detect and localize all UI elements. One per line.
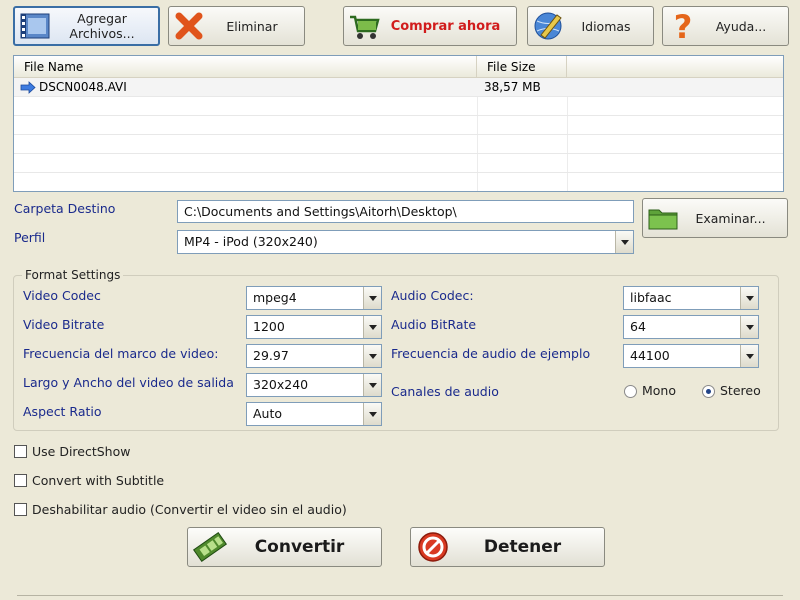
frame-rate-select[interactable]: 29.97 <box>246 344 382 368</box>
chevron-down-icon[interactable] <box>363 316 381 338</box>
table-row-empty <box>14 116 783 135</box>
dest-folder-label: Carpeta Destino <box>14 201 116 216</box>
help-button[interactable]: ? Ayuda... <box>662 6 789 46</box>
film-folder-icon <box>20 13 50 39</box>
sample-rate-select[interactable]: 44100 <box>623 344 759 368</box>
chevron-down-icon[interactable] <box>740 345 758 367</box>
add-files-button[interactable]: Agregar Archivos... <box>13 6 160 46</box>
buy-now-label: Comprar ahora <box>390 18 501 34</box>
globe-pen-icon <box>534 12 562 40</box>
shopping-cart-icon <box>350 15 380 39</box>
chevron-down-icon[interactable] <box>740 287 758 309</box>
stereo-label: Stereo <box>720 383 761 398</box>
languages-label: Idiomas <box>581 18 631 34</box>
svg-text:?: ? <box>674 9 693 43</box>
arrow-right-icon <box>20 81 36 94</box>
convert-button[interactable]: Convertir <box>187 527 382 567</box>
languages-button[interactable]: Idiomas <box>527 6 654 46</box>
chevron-down-icon[interactable] <box>363 287 381 309</box>
delete-label: Eliminar <box>226 18 278 34</box>
frame-rate-label: Frecuencia del marco de video: <box>23 346 219 361</box>
film-strip-icon <box>193 531 227 563</box>
buy-now-button[interactable]: Comprar ahora <box>343 6 517 46</box>
stop-label: Detener <box>483 537 562 557</box>
output-size-label: Largo y Ancho del video de salida <box>23 375 234 390</box>
chevron-down-icon[interactable] <box>363 345 381 367</box>
browse-button[interactable]: Examinar... <box>642 198 788 238</box>
output-size-select[interactable]: 320x240 <box>246 373 382 397</box>
audio-codec-select[interactable]: libfaac <box>623 286 759 310</box>
profile-label: Perfil <box>14 230 46 245</box>
table-row-empty <box>14 97 783 116</box>
video-codec-select[interactable]: mpeg4 <box>246 286 382 310</box>
chevron-down-icon[interactable] <box>363 403 381 425</box>
mono-label: Mono <box>642 383 677 398</box>
video-codec-label: Video Codec <box>23 288 101 303</box>
video-bitrate-value: 1200 <box>253 319 285 334</box>
subtitle-checkbox[interactable] <box>14 474 27 487</box>
video-bitrate-select[interactable]: 1200 <box>246 315 382 339</box>
output-size-value: 320x240 <box>253 377 309 392</box>
video-codec-value: mpeg4 <box>253 290 297 305</box>
chevron-down-icon[interactable] <box>615 231 633 253</box>
convert-label: Convertir <box>254 537 345 557</box>
disable-audio-checkbox[interactable] <box>14 503 27 516</box>
audio-bitrate-label: Audio BitRate <box>391 317 477 332</box>
table-row-empty <box>14 135 783 154</box>
file-list[interactable]: File Name File Size DSCN0048.AVI 38,57 M… <box>13 55 784 192</box>
profile-value: MP4 - iPod (320x240) <box>184 234 318 249</box>
subtitle-label: Convert with Subtitle <box>32 473 165 488</box>
directshow-checkbox[interactable] <box>14 445 27 458</box>
audio-channels-label: Canales de audio <box>391 384 499 399</box>
file-list-header: File Name File Size <box>14 56 783 78</box>
aspect-ratio-label: Aspect Ratio <box>23 404 102 419</box>
audio-codec-label: Audio Codec: <box>391 288 474 303</box>
audio-bitrate-value: 64 <box>630 319 646 334</box>
directshow-label: Use DirectShow <box>32 444 131 459</box>
stop-icon <box>418 532 448 562</box>
delete-button[interactable]: Eliminar <box>168 6 305 46</box>
sample-rate-value: 44100 <box>630 348 670 363</box>
add-files-label: Agregar Archivos... <box>69 11 135 41</box>
frame-rate-value: 29.97 <box>253 348 289 363</box>
mono-radio[interactable] <box>624 385 637 398</box>
chevron-down-icon[interactable] <box>740 316 758 338</box>
disable-audio-label: Deshabilitar audio (Convertir el video s… <box>32 502 347 517</box>
stop-button[interactable]: Detener <box>410 527 605 567</box>
help-label: Ayuda... <box>715 18 767 34</box>
chevron-down-icon[interactable] <box>363 374 381 396</box>
audio-codec-value: libfaac <box>630 290 672 305</box>
aspect-ratio-select[interactable]: Auto <box>246 402 382 426</box>
aspect-ratio-value: Auto <box>253 406 283 421</box>
file-name-cell: DSCN0048.AVI <box>39 80 127 94</box>
table-row[interactable]: DSCN0048.AVI 38,57 MB <box>14 78 783 97</box>
x-delete-icon <box>175 12 203 40</box>
audio-bitrate-select[interactable]: 64 <box>623 315 759 339</box>
column-header-file-name[interactable]: File Name <box>14 56 477 78</box>
browse-label: Examinar... <box>695 210 766 226</box>
stereo-radio[interactable] <box>702 385 715 398</box>
status-divider <box>17 595 783 600</box>
file-size-cell: 38,57 MB <box>484 80 541 94</box>
column-header-file-size[interactable]: File Size <box>477 56 567 78</box>
profile-select[interactable]: MP4 - iPod (320x240) <box>177 230 634 254</box>
dest-folder-input[interactable]: C:\Documents and Settings\Aitorh\Desktop… <box>177 200 634 223</box>
sample-rate-label: Frecuencia de audio de ejemplo <box>391 346 591 361</box>
video-bitrate-label: Video Bitrate <box>23 317 105 332</box>
table-row-empty <box>14 154 783 173</box>
question-mark-icon: ? <box>674 9 693 43</box>
format-settings-title: Format Settings <box>22 268 124 282</box>
folder-icon <box>648 209 678 230</box>
